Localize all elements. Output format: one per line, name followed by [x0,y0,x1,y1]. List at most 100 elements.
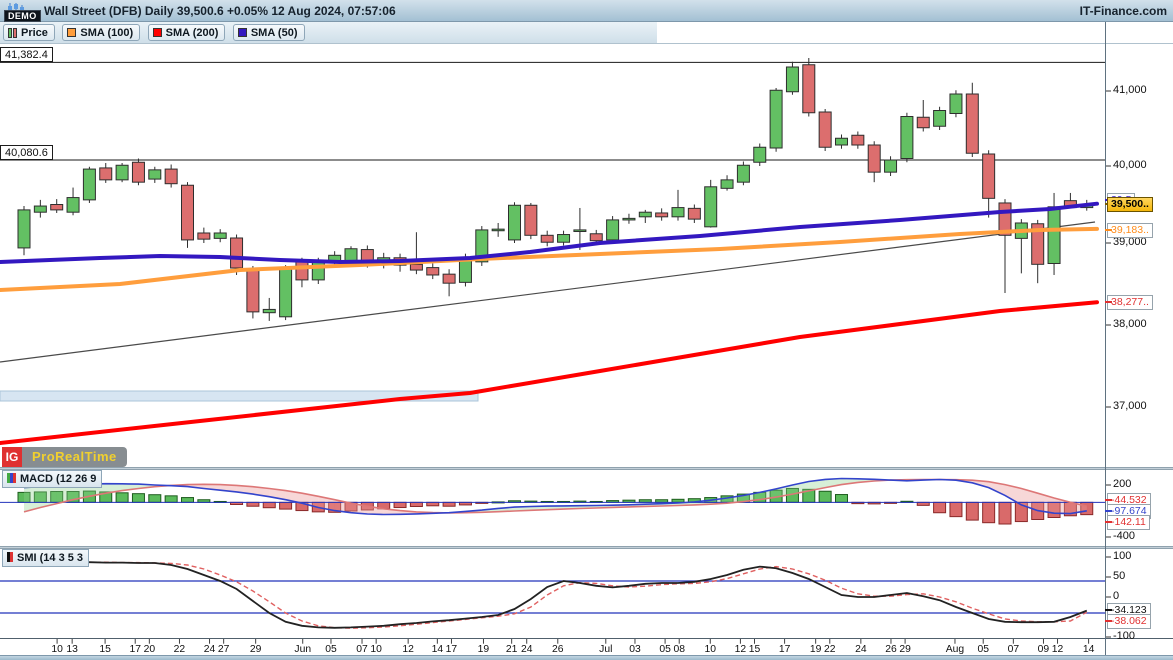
panel-separator[interactable] [0,467,1173,470]
candle[interactable] [770,88,782,152]
y-axis-label: 41,000 [1113,84,1147,96]
macd-histogram-bar[interactable] [165,496,177,503]
candle[interactable] [607,216,619,243]
candle[interactable] [182,182,194,248]
macd-histogram-bar[interactable] [394,502,406,507]
price-line-label: 41,382.4 [0,47,53,62]
candle[interactable] [558,231,570,246]
macd-histogram-bar[interactable] [983,502,995,522]
legend-chip-price[interactable]: Price [3,24,55,41]
candle[interactable] [116,163,128,182]
x-axis-label: 29 [899,644,911,655]
candle[interactable] [917,100,929,132]
macd-histogram-bar[interactable] [427,502,439,505]
sma100-swatch-icon [67,28,76,37]
indicator-value-label: -38.062 [1107,614,1151,629]
instrument-title: Wall Street (DFB) Daily 39,500.6 +0.05% … [44,4,396,18]
candle[interactable] [1048,193,1060,275]
candle[interactable] [247,266,259,318]
smi-line[interactable] [24,562,1087,628]
candle[interactable] [165,165,177,188]
macd-histogram-bar[interactable] [950,502,962,516]
x-axis[interactable]: 101315172022242729Jun0507101214171921242… [0,638,1173,655]
candle[interactable] [83,167,95,203]
candle[interactable] [672,190,684,221]
x-axis-label: 03 [629,644,641,655]
macd-histogram-bar[interactable] [819,491,831,502]
candle[interactable] [263,298,275,321]
macd-legend-chip[interactable]: MACD (12 26 9 [2,470,102,488]
macd-icon [7,473,16,486]
macd-histogram-bar[interactable] [410,502,422,506]
candle[interactable] [737,162,749,186]
candle[interactable] [198,228,210,243]
x-axis-label: 12 [735,644,747,655]
candle[interactable] [901,113,913,163]
candle[interactable] [966,83,978,157]
candle[interactable] [443,269,455,296]
candle[interactable] [639,210,651,223]
macd-histogram-bar[interactable] [182,498,194,503]
candle[interactable] [280,265,292,320]
candle[interactable] [410,232,422,274]
macd-histogram-bar[interactable] [132,494,144,503]
candle[interactable] [819,109,831,151]
macd-histogram-bar[interactable] [149,495,161,503]
legend-chip-sma100[interactable]: SMA (100) [62,24,140,41]
candle[interactable] [18,206,30,255]
candle[interactable] [51,199,63,213]
candle[interactable] [623,214,635,224]
candle[interactable] [754,144,766,167]
legend-chip-sma50[interactable]: SMA (50) [233,24,305,41]
x-axis-label: 08 [673,644,685,655]
candle[interactable] [656,208,668,220]
candle[interactable] [836,135,848,149]
smi-legend-chip[interactable]: SMI (14 3 5 3 [2,549,89,567]
macd-histogram-bar[interactable] [247,502,259,506]
macd-histogram-bar[interactable] [263,502,275,507]
candle[interactable] [67,188,79,216]
candle[interactable] [541,231,553,247]
indicator-value-label: -142.11 [1107,515,1150,530]
axis-value-tick [1105,301,1112,303]
main-price-chart[interactable] [0,44,1173,468]
candle[interactable] [721,175,733,190]
candle[interactable] [803,58,815,117]
macd-histogram-bar[interactable] [966,502,978,520]
macd-histogram-bar[interactable] [836,495,848,503]
smi-label: SMI (14 3 5 3 [17,552,83,564]
brand-label: IT-Finance.com [1080,4,1167,18]
candle[interactable] [852,132,864,149]
candle[interactable] [688,205,700,223]
sma50-line[interactable] [0,204,1097,262]
smi-signal-line[interactable] [24,562,1087,628]
candle[interactable] [525,203,537,239]
panel-separator[interactable] [0,546,1173,549]
candle[interactable] [705,180,717,228]
candle[interactable] [934,107,946,130]
candle[interactable] [34,200,46,218]
candle[interactable] [1015,219,1027,273]
smi-panel[interactable] [0,549,1173,638]
macd-histogram-bar[interactable] [934,502,946,512]
macd-histogram-bar[interactable] [116,493,128,503]
candle[interactable] [509,202,521,243]
candle[interactable] [868,141,880,182]
candle[interactable] [885,156,897,176]
candle[interactable] [427,264,439,280]
candle[interactable] [132,159,144,186]
macd-histogram-bar[interactable] [999,502,1011,524]
macd-panel[interactable] [0,470,1173,546]
candle[interactable] [950,90,962,117]
macd-histogram-bar[interactable] [280,502,292,509]
sma200-line[interactable] [0,302,1097,443]
candle[interactable] [983,150,995,217]
candle[interactable] [786,62,798,95]
candle[interactable] [214,229,226,242]
candle[interactable] [149,167,161,183]
candle[interactable] [100,163,112,183]
macd-histogram-bar[interactable] [443,502,455,506]
legend-chip-sma200[interactable]: SMA (200) [148,24,226,41]
candle[interactable] [492,223,504,237]
y-axis-label: 0 [1113,590,1119,602]
